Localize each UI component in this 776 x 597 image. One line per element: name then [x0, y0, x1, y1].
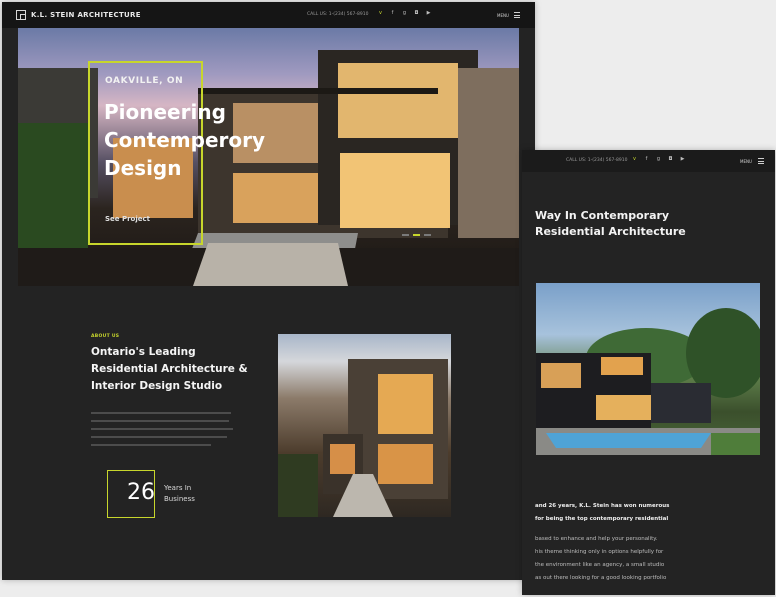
- vimeo-icon[interactable]: v: [378, 11, 383, 16]
- years-label: Years In Business: [164, 483, 195, 505]
- instagram-icon[interactable]: ◘: [668, 157, 673, 162]
- hamburger-menu-icon[interactable]: [758, 158, 764, 164]
- menu-label-secondary[interactable]: MENU: [740, 159, 752, 164]
- facebook-icon[interactable]: f: [390, 11, 395, 16]
- years-number: 26: [127, 480, 155, 505]
- see-project-link[interactable]: See Project: [105, 215, 150, 223]
- about-paragraph-placeholder: [91, 412, 236, 452]
- hero-title-line: Design: [104, 156, 182, 180]
- social-links-secondary: v f g ◘ ▶: [632, 157, 685, 162]
- social-links: v f g ◘ ▶: [378, 11, 431, 16]
- hero-title: Pioneering Contemperory Design: [104, 98, 304, 182]
- vimeo-icon[interactable]: v: [632, 157, 637, 162]
- about-title: Ontario's Leading Residential Architectu…: [91, 344, 261, 395]
- logo-icon: [16, 10, 26, 20]
- instagram-icon[interactable]: ◘: [414, 11, 419, 16]
- years-label-line: Years In: [164, 484, 192, 492]
- section-title-line: Way In Contemporary: [535, 209, 670, 222]
- about-title-line: Ontario's Leading: [91, 346, 196, 358]
- intro-bold-text: and 26 years, K.L. Stein has won numerou…: [535, 500, 669, 526]
- hero-banner: OAKVILLE, ON Pioneering Contemperory Des…: [18, 28, 519, 286]
- slider-dot[interactable]: [424, 234, 431, 236]
- about-title-line: Residential Architecture &: [91, 363, 248, 375]
- facebook-icon[interactable]: f: [644, 157, 649, 162]
- about-house-photo: [278, 334, 451, 517]
- slider-dot[interactable]: [402, 234, 409, 236]
- intro-body-text: based to enhance and help your personali…: [535, 533, 666, 585]
- phone-number-secondary[interactable]: CALL US: 1-(234) 567-8910: [566, 158, 627, 163]
- hero-title-line: Pioneering: [104, 100, 226, 124]
- about-eyebrow: ABOUT US: [91, 334, 120, 339]
- hero-title-line: Contemperory: [104, 128, 266, 152]
- intro-body-line: as out there looking for a good looking …: [535, 575, 667, 581]
- about-title-line: Interior Design Studio: [91, 380, 223, 392]
- intro-body-line: based to enhance and help your personali…: [535, 536, 658, 542]
- intro-body-line: the environment like an agency, a small …: [535, 562, 665, 568]
- intro-bold-line: and 26 years, K.L. Stein has won numerou…: [535, 503, 670, 509]
- section-title: Way In Contemporary Residential Architec…: [535, 208, 686, 240]
- house-photo-illustration: [278, 359, 448, 517]
- section-title-line: Residential Architecture: [535, 225, 686, 238]
- intro-body-line: his theme thinking only in options helpf…: [535, 549, 664, 555]
- brand-logo[interactable]: K.L. STEIN ARCHITECTURE: [16, 10, 141, 20]
- top-navigation-bar-secondary: CALL US: 1-(234) 567-8910 v f g ◘ ▶ MENU: [522, 150, 775, 172]
- slider-dot-active[interactable]: [413, 234, 420, 236]
- main-page-window: K.L. STEIN ARCHITECTURE CALL US: 1-(234)…: [2, 2, 535, 580]
- brand-name: K.L. STEIN ARCHITECTURE: [31, 11, 141, 19]
- slider-pagination: [402, 234, 431, 236]
- hero-location: OAKVILLE, ON: [105, 76, 184, 86]
- secondary-page-window: CALL US: 1-(234) 567-8910 v f g ◘ ▶ MENU…: [522, 150, 775, 595]
- years-label-line: Business: [164, 495, 195, 503]
- pool-house-illustration: [536, 308, 760, 455]
- google-plus-icon[interactable]: g: [402, 11, 407, 16]
- intro-bold-line: for being the top contemporary residenti…: [535, 516, 669, 522]
- youtube-icon[interactable]: ▶: [426, 11, 431, 16]
- menu-label[interactable]: MENU: [497, 13, 509, 18]
- pool-house-photo: [536, 283, 760, 455]
- hamburger-menu-icon[interactable]: [514, 12, 520, 18]
- youtube-icon[interactable]: ▶: [680, 157, 685, 162]
- google-plus-icon[interactable]: g: [656, 157, 661, 162]
- top-navigation-bar: K.L. STEIN ARCHITECTURE CALL US: 1-(234)…: [2, 2, 535, 28]
- phone-number[interactable]: CALL US: 1-(234) 567-8910: [307, 12, 368, 17]
